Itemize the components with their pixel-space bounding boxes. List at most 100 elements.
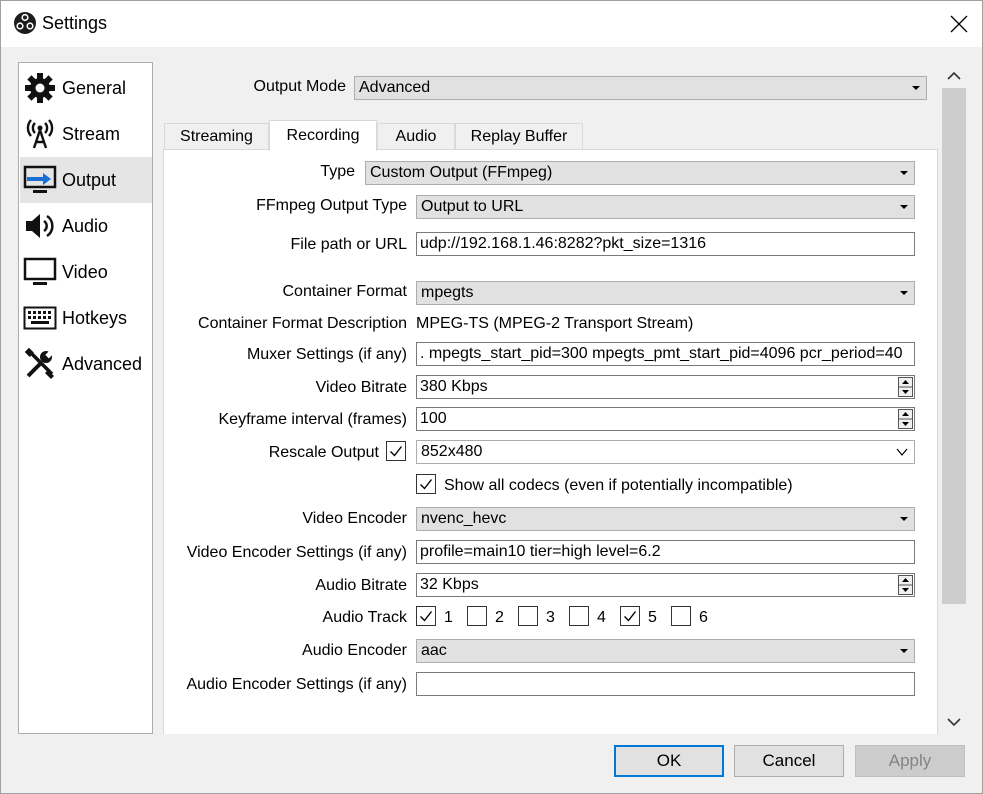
- sidebar-item-audio[interactable]: Audio: [20, 203, 152, 249]
- scroll-up-button[interactable]: [942, 64, 966, 88]
- audio-track-6-checkbox[interactable]: [671, 606, 691, 626]
- audio-encoder-label: Audio Encoder: [302, 642, 407, 659]
- recording-tab-page: Type Custom Output (FFmpeg) FFmpeg Outpu…: [163, 149, 938, 734]
- apply-button[interactable]: Apply: [855, 745, 965, 777]
- audio-track-2-label: 2: [495, 609, 504, 626]
- ffmpeg-output-type-label: FFmpeg Output Type: [256, 197, 407, 214]
- checkmark-icon: [420, 479, 433, 490]
- audio-encoder-settings-label: Audio Encoder Settings (if any): [186, 676, 407, 693]
- spin-arrows-icon[interactable]: [898, 409, 913, 429]
- video-bitrate-label: Video Bitrate: [315, 379, 407, 396]
- tab-streaming[interactable]: Streaming: [164, 123, 269, 150]
- rescale-output-checkbox[interactable]: [386, 441, 406, 461]
- ok-button[interactable]: OK: [614, 745, 724, 777]
- sidebar-item-stream[interactable]: Stream: [20, 111, 152, 157]
- audio-bitrate-value: 32 Kbps: [420, 576, 479, 593]
- scroll-down-button[interactable]: [942, 710, 966, 734]
- checkmark-icon: [420, 611, 433, 622]
- sidebar-item-label: Video: [62, 261, 108, 282]
- audio-track-3-label: 3: [546, 609, 555, 626]
- sidebar-item-hotkeys[interactable]: Hotkeys: [20, 295, 152, 341]
- sidebar-item-label: Stream: [62, 123, 121, 144]
- title-bar: Settings: [1, 1, 982, 47]
- audio-bitrate-label: Audio Bitrate: [315, 577, 407, 594]
- audio-track-3-checkbox[interactable]: [518, 606, 538, 626]
- audio-track-4-label: 4: [597, 609, 606, 626]
- audio-encoder-value: aac: [421, 642, 447, 659]
- speaker-icon: [20, 203, 60, 249]
- spin-arrows-icon[interactable]: [898, 575, 913, 595]
- audio-track-2-checkbox[interactable]: [467, 606, 487, 626]
- tab-label: Audio: [395, 128, 437, 145]
- keyframe-interval-label: Keyframe interval (frames): [218, 411, 408, 428]
- vertical-scrollbar[interactable]: [942, 62, 967, 734]
- video-encoder-dropdown[interactable]: nvenc_hevc: [416, 507, 915, 531]
- container-format-description-label: Container Format Description: [198, 315, 407, 332]
- output-mode-dropdown[interactable]: Advanced: [354, 76, 927, 100]
- video-bitrate-value: 380 Kbps: [420, 378, 488, 395]
- dropdown-arrow-icon: [912, 86, 920, 90]
- video-encoder-settings-input[interactable]: profile=main10 tier=high level=6.2: [416, 540, 915, 564]
- audio-track-5-checkbox[interactable]: [620, 606, 640, 626]
- chevron-down-icon: [947, 718, 961, 727]
- sidebar-item-output[interactable]: Output: [20, 157, 152, 203]
- muxer-settings-input[interactable]: . mpegts_start_pid=300 mpegts_pmt_start_…: [416, 342, 915, 366]
- output-mode-value: Advanced: [359, 79, 431, 96]
- sidebar-item-label: Hotkeys: [62, 307, 128, 328]
- obs-logo-icon: [13, 11, 37, 35]
- dropdown-arrow-icon: [900, 291, 908, 295]
- video-encoder-settings-label: Video Encoder Settings (if any): [186, 544, 407, 561]
- audio-bitrate-spinbox[interactable]: 32 Kbps: [416, 573, 915, 597]
- gear-icon: [20, 65, 60, 111]
- broadcast-tower-icon: [20, 111, 60, 157]
- dropdown-arrow-icon: [900, 517, 908, 521]
- checkmark-icon: [390, 446, 403, 457]
- tab-replay-buffer[interactable]: Replay Buffer: [455, 123, 583, 150]
- video-encoder-value: nvenc_hevc: [421, 510, 507, 527]
- rescale-output-label: Rescale Output: [268, 444, 379, 461]
- scrollbar-thumb[interactable]: [942, 88, 966, 604]
- type-dropdown[interactable]: Custom Output (FFmpeg): [365, 161, 915, 185]
- tab-label: Streaming: [180, 128, 253, 145]
- sidebar-item-label: General: [62, 77, 127, 98]
- file-path-url-input[interactable]: udp://192.168.1.46:8282?pkt_size=1316: [416, 232, 915, 256]
- audio-track-6-label: 6: [699, 609, 708, 626]
- sidebar-item-advanced[interactable]: Advanced: [20, 341, 152, 387]
- muxer-settings-label: Muxer Settings (if any): [246, 346, 407, 363]
- window-title: Settings: [42, 13, 108, 33]
- container-format-description-value: MPEG-TS (MPEG-2 Transport Stream): [416, 315, 694, 332]
- keyframe-interval-value: 100: [420, 410, 447, 427]
- ffmpeg-output-type-dropdown[interactable]: Output to URL: [416, 195, 915, 219]
- keyframe-interval-spinbox[interactable]: 100: [416, 407, 915, 431]
- spin-arrows-icon[interactable]: [898, 377, 913, 397]
- audio-track-1-label: 1: [444, 609, 453, 626]
- show-all-codecs-label[interactable]: Show all codecs (even if potentially inc…: [444, 477, 793, 495]
- audio-track-4-checkbox[interactable]: [569, 606, 589, 626]
- dropdown-arrow-icon: [900, 205, 908, 209]
- close-icon: [950, 15, 968, 33]
- rescale-output-combobox[interactable]: 852x480: [416, 440, 915, 464]
- tab-audio[interactable]: Audio: [377, 123, 455, 150]
- cancel-button[interactable]: Cancel: [734, 745, 844, 777]
- output-mode-label: Output Mode: [253, 78, 347, 95]
- close-window-button[interactable]: [936, 1, 982, 47]
- tab-label: Recording: [286, 127, 360, 144]
- keyboard-icon: [20, 295, 60, 341]
- video-bitrate-spinbox[interactable]: 380 Kbps: [416, 375, 915, 399]
- audio-encoder-settings-input[interactable]: [416, 672, 915, 696]
- sidebar-item-video[interactable]: Video: [20, 249, 152, 295]
- sidebar-item-general[interactable]: General: [20, 65, 152, 111]
- container-format-dropdown[interactable]: mpegts: [416, 281, 915, 305]
- settings-window: Settings General Stream Output Audio Vid…: [0, 0, 983, 794]
- show-all-codecs-checkbox[interactable]: [416, 474, 436, 494]
- sidebar-item-label: Output: [62, 169, 117, 190]
- rescale-output-value: 852x480: [421, 443, 483, 460]
- tools-icon: [20, 341, 60, 387]
- audio-track-1-checkbox[interactable]: [416, 606, 436, 626]
- tab-recording[interactable]: Recording: [269, 120, 377, 151]
- audio-encoder-dropdown[interactable]: aac: [416, 639, 915, 663]
- type-value: Custom Output (FFmpeg): [370, 164, 553, 181]
- chevron-down-icon: [896, 448, 908, 456]
- video-encoder-label: Video Encoder: [302, 510, 407, 527]
- type-label: Type: [320, 163, 355, 180]
